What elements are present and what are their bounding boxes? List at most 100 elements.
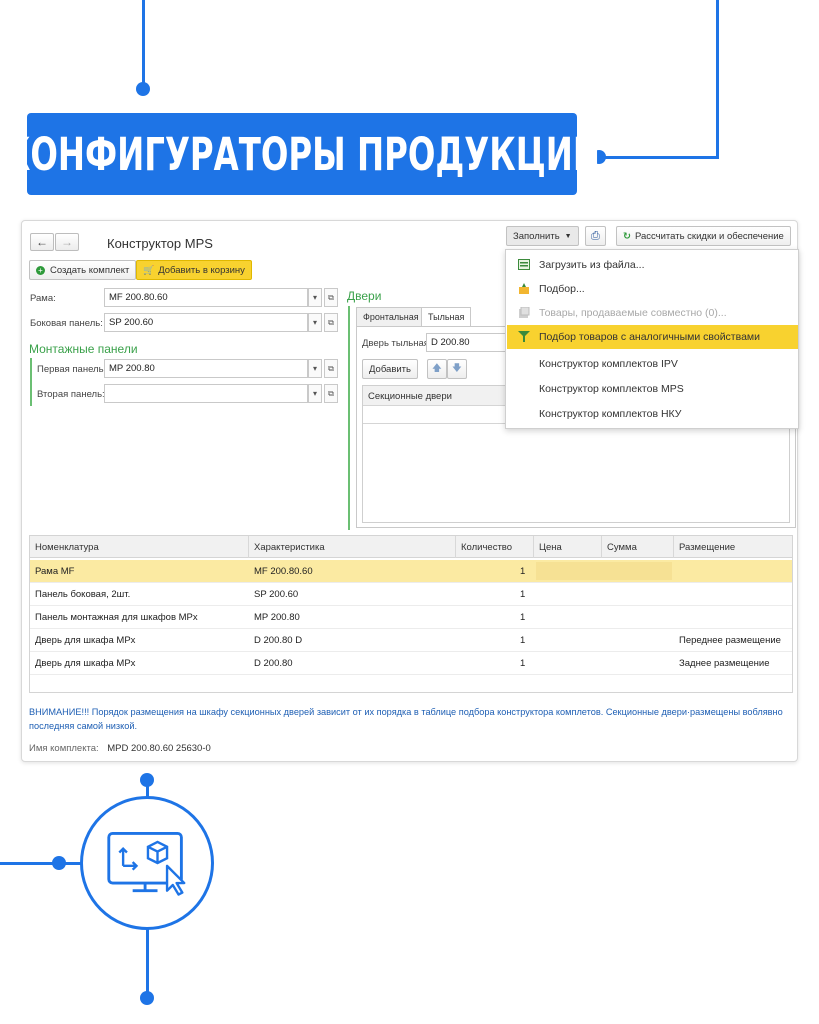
table-row[interactable]: Панель боковая, 2шт. SP 200.60 1: [30, 583, 792, 606]
menu-item-load-file[interactable]: Загрузить из файла...: [507, 253, 798, 277]
tab-rear[interactable]: Тыльная: [421, 307, 472, 327]
calc-button[interactable]: ↻ Рассчитать скидки и обеспечение: [616, 226, 791, 246]
add-to-cart-label: Добавить в корзину: [158, 264, 245, 276]
title-banner: КОНФИГУРАТОРЫ ПРОДУКЦИИ: [4, 113, 600, 195]
cell-place: Переднее размещение: [679, 635, 781, 646]
forward-button[interactable]: →: [55, 233, 79, 251]
cell-char: D 200.80 D: [254, 635, 303, 646]
warning-text: ВНИМАНИЕ!!! Порядок размещения на шкафу …: [29, 705, 789, 733]
connector-line-bottom-left: [0, 862, 82, 865]
grid-header: Секционные двери: [363, 386, 505, 406]
first-panel-field[interactable]: MP 200.80 ▾ ⧉: [104, 359, 338, 378]
side-panel-label: Боковая панель:: [30, 318, 103, 329]
cart-icon: 🛒: [143, 264, 155, 275]
menu-item-label: Подбор...: [539, 283, 585, 295]
frame-label: Рама:: [30, 293, 56, 304]
second-panel-field[interactable]: ▾ ⧉: [104, 384, 338, 403]
connector-dot: [140, 991, 154, 1005]
warning-line-2: последняя самой низкой.: [29, 721, 138, 731]
grid-header-label: Секционные двери: [368, 391, 452, 402]
filter-icon: [518, 331, 530, 342]
price-cell-box: [536, 562, 672, 580]
table-row[interactable]: Дверь для шкафа MPx D 200.80 D 1 Передне…: [30, 629, 792, 652]
open-icon[interactable]: ⧉: [324, 288, 338, 307]
monitor-cube-icon: [107, 831, 186, 896]
refresh-icon: ↻: [623, 230, 631, 242]
menu-item-constructor-ipv[interactable]: Конструктор комплектов IPV: [507, 352, 798, 376]
print-button[interactable]: ⎙: [585, 226, 606, 246]
kit-name: Имя комплекта: MPD 200.80.60 25630-0: [29, 743, 211, 754]
frame-field[interactable]: MF 200.80.60 ▾ ⧉: [104, 288, 338, 307]
second-panel-label: Вторая панель:: [37, 389, 105, 400]
cell-place: Заднее размещение: [679, 658, 770, 669]
tab-front[interactable]: Фронтальная: [356, 307, 426, 327]
section-doors-grid[interactable]: Секционные двери: [362, 385, 506, 523]
create-kit-label: Создать комплект: [50, 264, 130, 276]
cell-char: MP 200.80: [254, 612, 300, 623]
dropdown-icon[interactable]: ▾: [308, 384, 322, 403]
dropdown-icon[interactable]: ▾: [308, 288, 322, 307]
chevron-down-icon: ▼: [564, 232, 572, 240]
add-door-label: Добавить: [369, 363, 411, 375]
connector-line-top-left: [142, 0, 145, 90]
rear-door-field[interactable]: D 200.80: [426, 333, 506, 352]
menu-item-label: Подбор товаров с аналогичными свойствами: [539, 331, 760, 343]
section-doors-grid-right: [505, 427, 790, 523]
configurator-emblem: [80, 796, 214, 930]
column-header[interactable]: Размещение: [674, 536, 794, 558]
connector-dot: [140, 773, 154, 787]
open-icon[interactable]: ⧉: [324, 359, 338, 378]
dropdown-icon[interactable]: ▾: [308, 359, 322, 378]
menu-item-selection[interactable]: Подбор...: [507, 277, 798, 301]
plus-icon: +: [36, 265, 45, 275]
menu-item-label: Конструктор комплектов НКУ: [539, 408, 682, 420]
konstruktor-window: ← → Конструктор MPS + Создать комплект 🛒…: [21, 220, 799, 762]
dropdown-icon[interactable]: ▾: [308, 313, 322, 332]
table-header: Номенклатура Характеристика Количество Ц…: [30, 536, 792, 558]
menu-item-label: Загрузить из файла...: [539, 259, 645, 271]
menu-item-related-goods: Товары, продаваемые совместно (0)...: [507, 301, 798, 325]
menu-item-constructor-nku[interactable]: Конструктор комплектов НКУ: [507, 402, 798, 426]
warning-line-1: ВНИМАНИЕ!!! Порядок размещения на шкафу …: [29, 707, 783, 717]
move-down-button[interactable]: 🡇: [447, 359, 467, 379]
section-bar: [348, 306, 350, 530]
cell-char: D 200.80: [254, 658, 293, 669]
section-bar: [30, 358, 32, 406]
fill-button[interactable]: Заполнить ▼: [506, 226, 579, 246]
back-button[interactable]: ←: [30, 233, 54, 251]
first-panel-value: MP 200.80: [109, 363, 155, 374]
column-header[interactable]: Сумма: [602, 536, 674, 558]
connector-dot: [52, 856, 66, 870]
menu-item-label: Конструктор комплектов MPS: [539, 383, 684, 395]
calc-label: Рассчитать скидки и обеспечение: [634, 230, 784, 242]
create-kit-button[interactable]: + Создать комплект: [29, 260, 137, 280]
fill-label: Заполнить: [513, 230, 560, 242]
column-header[interactable]: Номенклатура: [30, 536, 249, 558]
kit-table[interactable]: Номенклатура Характеристика Количество Ц…: [29, 535, 793, 693]
column-header[interactable]: Цена: [534, 536, 602, 558]
connector-line-banner: [600, 156, 719, 159]
open-icon[interactable]: ⧉: [324, 384, 338, 403]
printer-icon: ⎙: [591, 229, 600, 242]
cell-qty: 1: [520, 589, 526, 600]
rear-door-value: D 200.80: [431, 337, 470, 348]
rear-door-label: Дверь тыльная:: [362, 338, 432, 349]
table-row[interactable]: Панель монтажная для шкафов MPx MP 200.8…: [30, 606, 792, 629]
move-up-button[interactable]: 🡅: [427, 359, 447, 379]
cell-name: Дверь для шкафа MPx: [35, 658, 136, 669]
open-icon[interactable]: ⧉: [324, 313, 338, 332]
table-row[interactable]: Рама MF MF 200.80.60 1: [30, 560, 792, 583]
file-load-icon: [518, 259, 530, 270]
goods-icon: [519, 307, 530, 318]
table-row[interactable]: Дверь для шкафа MPx D 200.80 1 Заднее ра…: [30, 652, 792, 675]
add-to-cart-button[interactable]: 🛒 Добавить в корзину: [136, 260, 252, 280]
add-door-button[interactable]: Добавить: [362, 359, 418, 379]
cell-name: Панель боковая, 2шт.: [35, 589, 131, 600]
column-header[interactable]: Характеристика: [249, 536, 456, 558]
menu-item-similar-goods[interactable]: Подбор товаров с аналогичными свойствами: [507, 325, 798, 349]
side-panel-field[interactable]: SP 200.60 ▾ ⧉: [104, 313, 338, 332]
cell-qty: 1: [520, 566, 526, 577]
column-header[interactable]: Количество: [456, 536, 534, 558]
menu-item-constructor-mps[interactable]: Конструктор комплектов MPS: [507, 377, 798, 401]
window-title: Конструктор MPS: [107, 236, 213, 251]
